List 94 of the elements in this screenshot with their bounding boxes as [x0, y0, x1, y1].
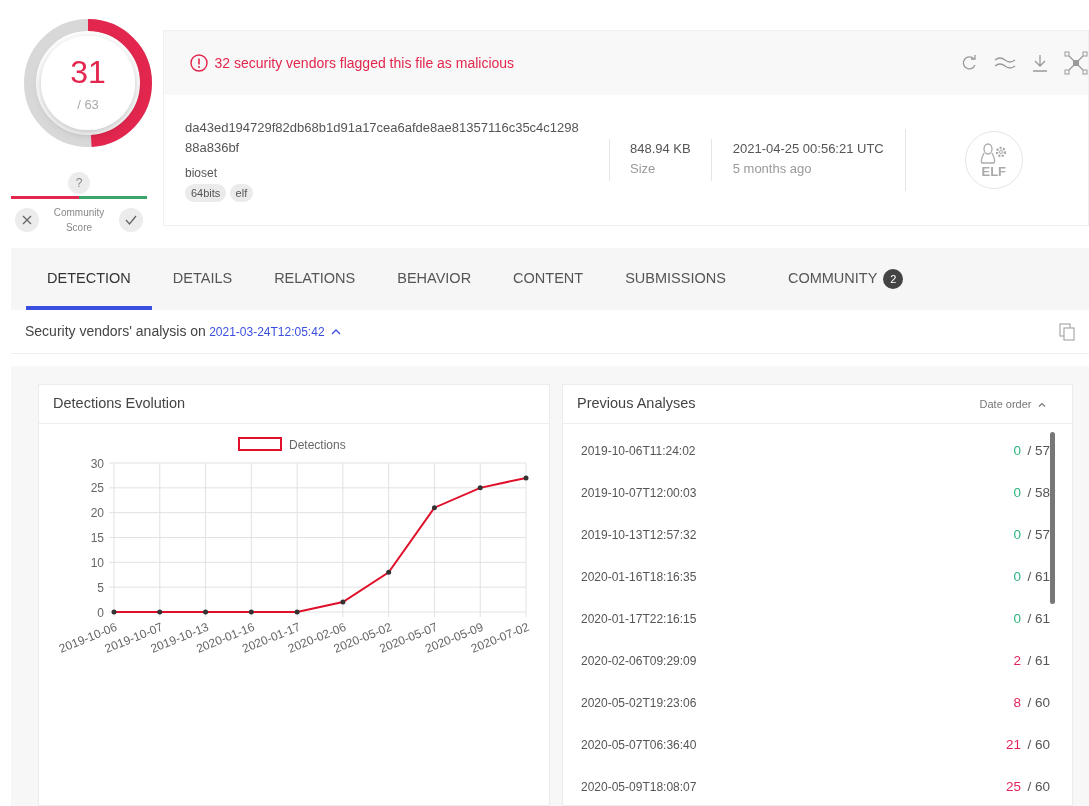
data-point [157, 609, 163, 615]
tab[interactable]: CONTENT [492, 248, 605, 310]
tab[interactable]: RELATIONS [253, 248, 377, 310]
close-icon [22, 215, 32, 225]
analysis-date: 2019-10-13T12:57:32 [581, 527, 697, 544]
size-label: Size [630, 159, 657, 178]
upvote-button[interactable] [119, 208, 143, 232]
count-badge: 2 [883, 268, 904, 290]
analysis-date: 2020-05-07T06:36:40 [581, 737, 697, 754]
check-icon [125, 215, 137, 225]
graph-icon[interactable] [1064, 51, 1088, 75]
detection-count: 0 [1013, 525, 1021, 544]
y-tick-label: 0 [97, 605, 104, 620]
detection-count: 0 [1013, 567, 1021, 586]
y-tick-label: 30 [90, 456, 104, 471]
tab[interactable]: DETECTION [26, 248, 152, 310]
legend-label: Detections [289, 437, 346, 452]
detection-count: 25 [1005, 777, 1021, 796]
downvote-button[interactable] [15, 208, 39, 232]
analysis-row[interactable]: 2020-05-09T18:08:07 25 / 60 [563, 766, 1072, 805]
detection-count: 0 [1013, 441, 1021, 460]
analysis-date: 2020-05-09T18:08:07 [581, 779, 697, 796]
community-score-label: Community Score [52, 206, 106, 235]
data-point [203, 609, 209, 615]
detection-count: 21 [1005, 735, 1021, 754]
vendor-total: / 61 [1027, 567, 1050, 586]
data-point [431, 505, 437, 511]
file-name: bioset [185, 164, 219, 182]
alert-text: 32 security vendors flagged this file as malicious [214, 53, 515, 73]
relative-date: 5 months ago [732, 159, 813, 178]
file-type-label: ELF [981, 164, 1007, 178]
analysis-row[interactable]: 2019-10-07T12:00:03 0 / 58 [563, 472, 1072, 514]
vendor-total: / 60 [1027, 735, 1050, 754]
analysis-date: 2019-10-07T12:00:03 [581, 485, 697, 502]
analysis-date: 2019-10-06T11:24:02 [581, 443, 696, 460]
analysis-row[interactable]: 2020-01-16T18:16:35 0 / 61 [563, 556, 1072, 598]
y-tick-label: 15 [90, 531, 104, 545]
y-tick-label: 5 [97, 580, 104, 595]
detection-count: 0 [1013, 609, 1021, 628]
data-point [523, 475, 529, 481]
analysis-date: 2020-01-17T22:16:15 [581, 611, 697, 628]
file-tag: 64bits [185, 183, 227, 203]
warning-icon [190, 54, 208, 72]
copy-icon[interactable] [1059, 322, 1075, 341]
vendor-total: / 61 [1027, 609, 1050, 628]
card-title: Previous Analyses [577, 394, 696, 414]
y-tick-label: 10 [90, 555, 104, 570]
waves-icon[interactable] [994, 56, 1016, 70]
tab[interactable]: BEHAVIOR [376, 248, 493, 310]
legend-swatch [238, 437, 282, 451]
caret-icon [1038, 401, 1046, 407]
download-icon[interactable] [1030, 53, 1050, 73]
analysis-date: 2020-05-02T19:23:06 [581, 695, 697, 712]
caret-icon[interactable] [331, 328, 342, 335]
card-title: Detections Evolution [53, 394, 186, 414]
analysis-row[interactable]: 2019-10-06T11:24:02 0 / 57 [563, 430, 1072, 472]
tab[interactable]: COMMUNITY 2 [766, 248, 925, 310]
data-point [248, 609, 254, 615]
analysis-row[interactable]: 2020-05-02T19:23:06 8 / 60 [563, 682, 1072, 724]
analysis-row[interactable]: 2020-05-07T06:36:40 21 / 60 [563, 724, 1072, 766]
analysis-date: 2020-02-06T09:29:09 [581, 653, 697, 670]
detection-count: 2 [1013, 651, 1021, 670]
y-tick-label: 20 [90, 506, 104, 521]
sort-button[interactable]: Date order [979, 395, 1046, 413]
data-point [386, 569, 392, 575]
analysis-date-link[interactable]: 2021-03-24T12:05:42 [209, 322, 325, 341]
y-tick-label: 25 [90, 481, 104, 496]
file-tag: elf [229, 183, 254, 203]
analysis-row[interactable]: 2020-02-06T09:29:09 2 / 61 [563, 640, 1072, 682]
data-point [294, 609, 300, 615]
vendor-total: / 57 [1027, 441, 1050, 460]
analysis-heading: Security vendors' analysis on [25, 322, 206, 341]
vendor-total: / 57 [1027, 525, 1050, 544]
analysis-row[interactable]: 2019-10-13T12:57:32 0 / 57 [563, 514, 1072, 556]
vendor-total: / 58 [1027, 483, 1050, 502]
analysis-date: 2021-04-25 00:56:21 UTC [732, 140, 884, 158]
tab[interactable]: SUBMISSIONS [604, 248, 747, 310]
detection-count: 31 [69, 56, 107, 88]
scrollbar-thumb[interactable] [1050, 432, 1055, 604]
file-hash: da43ed194729f82db68b1d91a17cea6afde8ae81357116c35c4c129888a836bf [185, 118, 580, 157]
data-point [340, 599, 346, 605]
file-size: 848.94 KB [630, 140, 691, 158]
data-point [477, 485, 483, 491]
score-marker: ? [68, 172, 90, 194]
vendor-total: / 63 [76, 98, 100, 111]
tab[interactable]: DETAILS [151, 248, 254, 310]
detection-count: 8 [1013, 693, 1021, 712]
detection-count: 0 [1013, 483, 1021, 502]
analysis-date: 2020-01-16T18:16:35 [581, 569, 697, 586]
data-point [111, 609, 117, 615]
vendor-total: / 61 [1027, 651, 1050, 670]
analysis-row[interactable]: 2020-01-17T22:16:15 0 / 61 [563, 598, 1072, 640]
vendor-total: / 60 [1027, 777, 1050, 796]
vendor-total: / 60 [1027, 693, 1050, 712]
